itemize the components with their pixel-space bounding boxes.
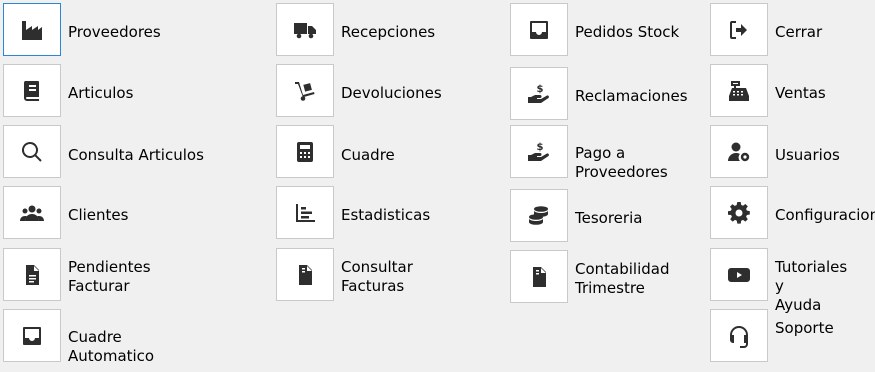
cerrar-button[interactable] [710,3,768,56]
cuadre-label: Cuadre [341,146,395,164]
invoice-icon [299,264,312,285]
tutoriales-ayuda-label: Tutoriales y Ayuda [775,258,848,314]
pedidos-stock-label: Pedidos Stock [575,23,680,41]
logout-icon [730,20,747,39]
hand-dollar-icon: $ [528,84,549,103]
user-gear-icon [728,142,750,161]
cuadre-automatico-button[interactable] [3,309,61,362]
clientes-label: Clientes [68,206,129,224]
truck-icon [294,22,316,38]
proveedores-button[interactable] [3,3,61,56]
search-icon [21,141,42,162]
reclamaciones-button[interactable]: $ [510,67,568,120]
invoice-icon [533,266,546,287]
cerrar-label: Cerrar [775,23,823,41]
estadisticas-button[interactable] [276,186,334,239]
pendientes-facturar-label: Pendientes Facturar [68,258,151,295]
consultar-facturas-label: Consultar Facturas [341,258,413,295]
pago-proveedores-label: Pago a Proveedores [575,144,668,181]
consulta-articulos-button[interactable] [3,125,61,178]
contabilidad-trimestre-button[interactable] [510,250,568,303]
book-icon [23,80,39,101]
svg-text:$: $ [537,142,544,153]
clientes-button[interactable] [3,186,61,239]
soporte-label: Soporte [775,319,834,337]
usuarios-button[interactable] [710,125,768,178]
calculator-icon [297,141,313,162]
users-icon [20,205,44,221]
pedidos-stock-button[interactable] [510,3,568,56]
dolly-icon [295,81,315,101]
soporte-button[interactable] [710,309,768,362]
reclamaciones-label: Reclamaciones [575,87,688,105]
bar-chart-icon [296,203,315,222]
estadisticas-label: Estadisticas [341,206,431,224]
devoluciones-button[interactable] [276,64,334,117]
usuarios-label: Usuarios [775,146,840,164]
youtube-icon [728,267,750,282]
cash-register-icon [729,80,749,101]
tesoreria-button[interactable] [510,189,568,242]
configuracion-label: Configuracion [775,206,875,224]
consultar-facturas-button[interactable] [276,248,334,301]
recepciones-label: Recepciones [341,23,436,41]
tutoriales-ayuda-button[interactable] [710,248,768,301]
ventas-label: Ventas [775,84,826,102]
headset-icon [730,325,748,348]
document-icon [26,264,39,285]
gear-icon [728,201,750,224]
hand-dollar-icon: $ [528,142,549,161]
pendientes-facturar-button[interactable] [3,248,61,301]
cuadre-button[interactable] [276,125,334,178]
svg-text:$: $ [537,84,544,95]
cuadre-automatico-label: Cuadre Automatico [68,328,155,365]
factory-icon [22,20,42,40]
inbox-icon [23,326,41,345]
pago-proveedores-button[interactable]: $ [510,125,568,178]
contabilidad-trimestre-label: Contabilidad Trimestre [575,260,670,297]
tesoreria-label: Tesoreria [575,209,643,227]
devoluciones-label: Devoluciones [341,84,442,102]
inbox-icon [530,20,548,39]
consulta-articulos-label: Consulta Articulos [68,146,204,164]
proveedores-label: Proveedores [68,23,161,41]
ventas-button[interactable] [710,64,768,117]
articulos-button[interactable] [3,64,61,117]
configuracion-button[interactable] [710,186,768,239]
coins-icon [529,205,548,225]
articulos-label: Articulos [68,84,134,102]
recepciones-button[interactable] [276,3,334,56]
